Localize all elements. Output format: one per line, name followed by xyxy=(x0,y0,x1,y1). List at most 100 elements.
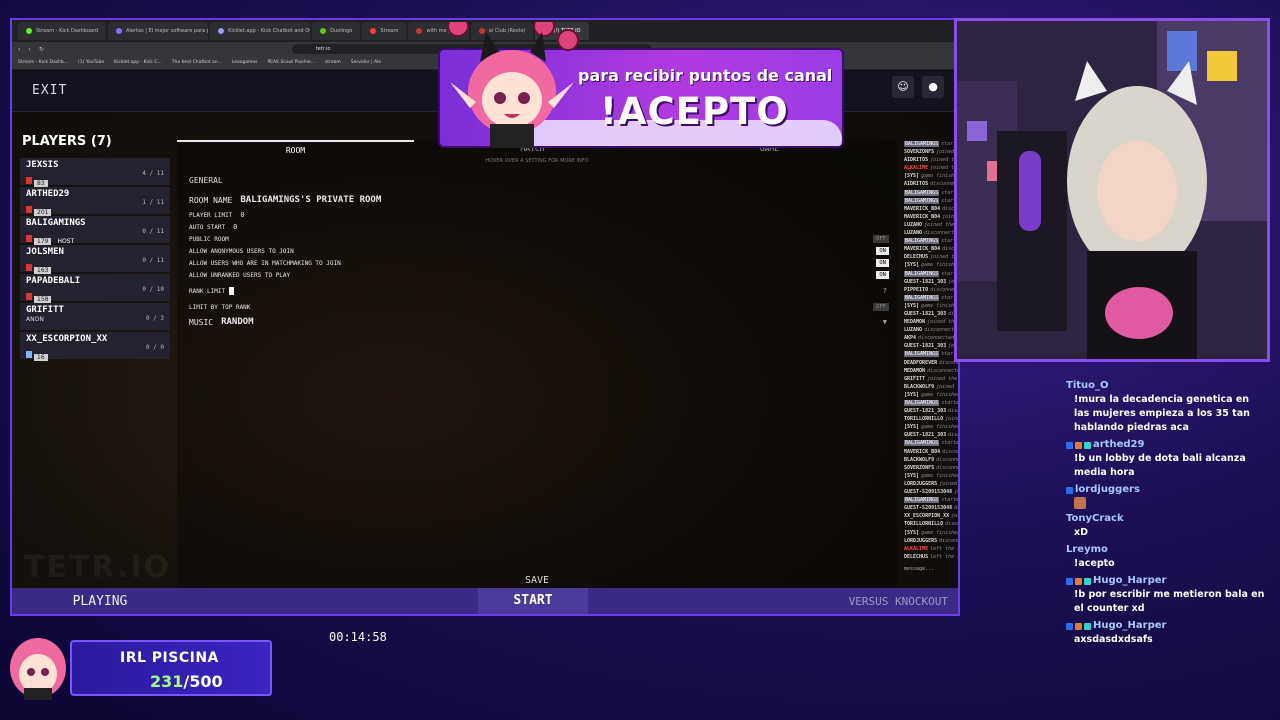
playing-button[interactable]: PLAYING xyxy=(40,594,160,609)
browser-tab-label: Stream xyxy=(380,28,399,34)
chatlog-line: GUEST-1821_303disconnected xyxy=(904,431,960,439)
browser-tab[interactable]: Alertas | El mejor software para pote xyxy=(108,22,209,40)
player-limit-label: PLAYER LIMIT xyxy=(189,211,233,219)
chatlog-user: LUZANO xyxy=(904,327,923,334)
chatlog-user: [SYS] xyxy=(904,424,920,431)
chatlog-text: disconnected xyxy=(948,408,960,415)
save-button[interactable]: SAVE xyxy=(177,575,897,586)
chatlog-user: LORDJUGGERS xyxy=(904,480,938,487)
chatlog-input[interactable]: message... xyxy=(904,565,958,573)
chevron-down-icon[interactable]: ▼ xyxy=(883,318,887,326)
player-row[interactable]: BALIGAMINGS 179 HOST 0 / 11 xyxy=(20,216,170,245)
chatlog-user: AIDRITOS xyxy=(904,157,929,164)
anon-row: ALLOW ANONYMOUS USERS TO JOIN ON xyxy=(189,245,889,257)
back-icon[interactable]: ‹ xyxy=(18,46,20,53)
player-row[interactable]: ARTHED29 201 1 / 11 xyxy=(20,187,170,216)
bookmark-item[interactable]: Servidor | Ale xyxy=(351,60,381,65)
browser-tab[interactable]: Stream - Kick Dashboard xyxy=(18,22,107,40)
chatlog-text: disconnected xyxy=(948,432,960,439)
anon-toggle[interactable]: ON xyxy=(876,247,889,255)
help-icon[interactable]: ? xyxy=(883,287,887,295)
chatlog-user: DEADFOREVER xyxy=(904,359,938,366)
notification-icon[interactable]: ● xyxy=(922,76,944,98)
chat-username[interactable]: Hugo_Harper xyxy=(1066,574,1266,588)
reload-icon[interactable]: ↻ xyxy=(39,46,44,53)
player-row[interactable]: JEXSIS 83 4 / 11 xyxy=(20,158,170,187)
chatlog-user: BALIGAMINGS xyxy=(904,197,940,204)
top-rank-toggle[interactable]: OFF xyxy=(873,303,889,311)
player-row[interactable]: GRIFITT ANON 0 / 3 xyxy=(20,303,170,330)
rank-limit-input[interactable] xyxy=(229,287,235,295)
player-limit-row: PLAYER LIMIT 0 xyxy=(189,209,889,221)
chatlog-line: BALIGAMINGSstarted the game xyxy=(904,237,958,245)
browser-tab[interactable]: Stream xyxy=(362,22,407,40)
chatlog-text: joined the room xyxy=(951,513,960,520)
chat-badge-icon xyxy=(1075,577,1082,585)
chat-username[interactable]: lordjuggers xyxy=(1066,483,1266,497)
anon-label: ALLOW ANONYMOUS USERS TO JOIN xyxy=(189,247,294,255)
player-row[interactable]: PAPADEBALI 158 0 / 10 xyxy=(20,274,170,303)
bookmark-item[interactable]: PEAK Scout Plushie... xyxy=(267,60,314,65)
player-score: 0 / 0 xyxy=(145,344,164,351)
exit-button[interactable]: EXIT xyxy=(32,83,67,98)
chatlog-line: PIPPEITOdisconnected xyxy=(904,286,958,294)
chat-username-text: Tituo_O xyxy=(1066,380,1109,391)
flag-icon xyxy=(26,351,32,358)
section-general: GENERAL xyxy=(189,176,223,185)
chatlog-line: ALKALIMEleft the room xyxy=(904,545,958,553)
matchmaking-toggle[interactable]: ON xyxy=(876,259,889,267)
forward-icon[interactable]: › xyxy=(28,46,30,53)
flag-icon xyxy=(26,206,32,213)
player-name: ARTHED29 xyxy=(26,189,70,199)
bookmark-item[interactable]: Stream - Kick Dashb... xyxy=(18,60,68,65)
avatar-icon[interactable]: ☺ xyxy=(892,76,914,98)
chat-message: !b un lobby de dota bali alcanza media h… xyxy=(1074,453,1246,478)
chatlog-user: AKP4 xyxy=(904,335,917,342)
bookmark-item[interactable]: Kicklet.app - Kick C... xyxy=(114,60,162,65)
chatlog-user: [SYS] xyxy=(904,529,920,536)
chatlog-user: GUEST-1821_303 xyxy=(904,432,947,439)
level-badge: 179 xyxy=(34,238,52,245)
chat-username[interactable]: Hugo_Harper xyxy=(1066,619,1266,633)
chatlog-user: TORILLORNILLO xyxy=(904,521,944,528)
music-select[interactable]: RANDOM xyxy=(221,317,254,327)
browser-tab[interactable]: Duolingo xyxy=(312,22,361,40)
unranked-toggle[interactable]: ON xyxy=(876,271,889,279)
chat-badge-icon xyxy=(1066,577,1073,585)
chatlog-text: joined the room xyxy=(945,416,960,423)
chatlog-user: GUEST-1821_303 xyxy=(904,408,947,415)
chat-username[interactable]: Lreymo xyxy=(1066,543,1266,557)
chatlog-text: joined the room xyxy=(939,480,958,487)
top-rank-label: LIMIT BY TOP RANK xyxy=(189,303,251,311)
player-row[interactable]: JOLSMEN 163 0 / 11 xyxy=(20,245,170,274)
chatlog-user: BALIGAMINGS xyxy=(904,238,940,245)
chatlog-line: MEDAMON disconnected xyxy=(904,367,958,375)
bookmark-item[interactable]: Lexogames xyxy=(232,60,258,65)
level-badge: 201 xyxy=(34,209,52,216)
chatlog-line: BALIGAMINGSstarted the game xyxy=(904,189,958,197)
start-button[interactable]: START xyxy=(478,588,588,614)
room-name-input[interactable]: BALIGAMINGS'S PRIVATE ROOM xyxy=(240,195,381,205)
tab-room[interactable]: ROOM xyxy=(177,140,414,158)
bookmark-item[interactable]: stream xyxy=(325,60,341,65)
chat-username-text: Hugo_Harper xyxy=(1093,620,1167,631)
chat-username[interactable]: arthed29 xyxy=(1066,438,1266,452)
room-name-label: ROOM NAME xyxy=(189,195,233,205)
chat-badge-icon xyxy=(1066,622,1073,630)
chat-username[interactable]: Tituo_O xyxy=(1066,379,1266,393)
bookmark-item[interactable]: (1) YouTube xyxy=(78,60,104,65)
player-limit-input[interactable]: 0 xyxy=(240,211,244,219)
chatlog-text: game finished xyxy=(921,529,960,536)
public-room-toggle[interactable]: OFF xyxy=(873,235,889,243)
chatlog-line: LUZANO disconnected xyxy=(904,326,958,334)
chat-username-text: Lreymo xyxy=(1066,544,1108,555)
bookmark-item[interactable]: The best Chatbot an... xyxy=(172,60,222,65)
browser-tab-label: Kicklet.app - Kick Chatbot and Over xyxy=(228,28,311,34)
chatlog-line: LORDJUGGERSdisconnected xyxy=(904,537,958,545)
chat-username[interactable]: TonyCrack xyxy=(1066,512,1266,526)
player-name: JOLSMEN xyxy=(26,247,64,257)
chatlog-line: BLACKWOLF9disconnected xyxy=(904,456,958,464)
player-row[interactable]: XX_ESCORPION_XX 16 0 / 0 xyxy=(20,332,170,361)
browser-tab[interactable]: Kicklet.app - Kick Chatbot and Over xyxy=(210,22,311,40)
auto-start-input[interactable]: 0 xyxy=(233,223,237,231)
